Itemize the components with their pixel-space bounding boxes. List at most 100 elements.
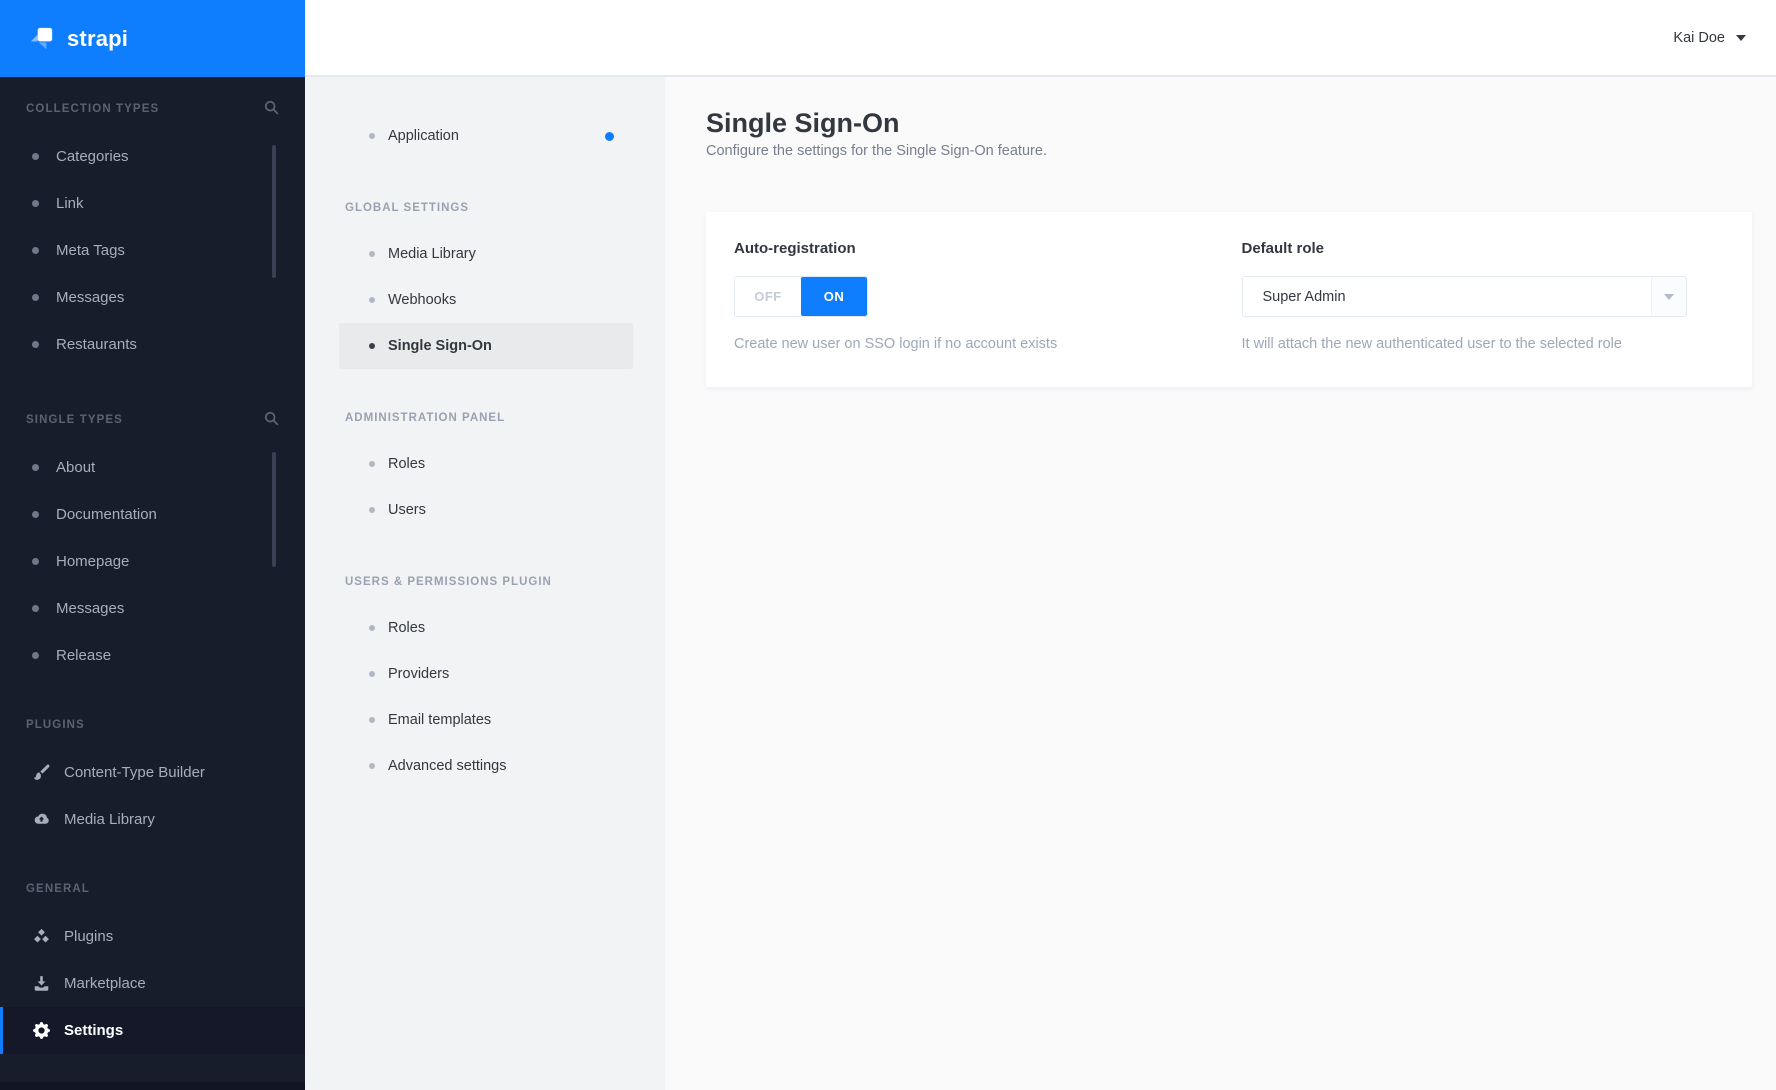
sidebar-item-categories[interactable]: Categories [0, 133, 305, 180]
page-header: Single Sign-On Configure the settings fo… [665, 77, 1776, 159]
section-label: COLLECTION TYPES [26, 103, 160, 115]
submenu-item-providers[interactable]: Providers [305, 651, 665, 697]
submenu-section-users-permissions: USERS & PERMISSIONS PLUGIN Roles Provide… [305, 559, 665, 789]
section-header: PLUGINS [0, 709, 305, 741]
section-plugins: PLUGINS Content-Type Builder Media Libra… [0, 709, 305, 843]
toggle-on-button[interactable]: ON [801, 277, 867, 316]
main-sidebar: strapi COLLECTION TYPES Categories Link … [0, 0, 305, 1090]
settings-submenu: Application GLOBAL SETTINGS Media Librar… [305, 77, 665, 1090]
sidebar-item-marketplace[interactable]: Marketplace [0, 960, 305, 1007]
section-header: COLLECTION TYPES [0, 93, 305, 125]
bullet-icon [32, 200, 39, 207]
search-icon[interactable] [264, 411, 279, 429]
page-title: Single Sign-On [706, 108, 900, 138]
download-icon [32, 975, 50, 993]
page-subtitle: Configure the settings for the Single Si… [706, 143, 1047, 160]
bullet-icon [369, 625, 375, 631]
sidebar-item-homepage[interactable]: Homepage [0, 538, 305, 585]
bullet-icon [369, 717, 375, 723]
sidebar-item-label: Marketplace [64, 975, 146, 992]
submenu-item-label: Application [388, 128, 459, 144]
sidebar-item-label: Categories [56, 148, 129, 165]
submenu-item-label: Email templates [388, 712, 492, 728]
submenu-item-advanced-settings[interactable]: Advanced settings [305, 743, 665, 789]
sidebar-item-media-library[interactable]: Media Library [0, 796, 305, 843]
sidebar-item-about[interactable]: About [0, 444, 305, 491]
bullet-icon [32, 558, 39, 565]
notification-dot [605, 131, 614, 141]
sidebar-item-plugins[interactable]: Plugins [0, 913, 305, 960]
submenu-item-roles-admin[interactable]: Roles [305, 441, 665, 487]
submenu-item-single-sign-on[interactable]: Single Sign-On [339, 323, 633, 369]
submenu-section-administration-panel: ADMINISTRATION PANEL Roles Users [305, 395, 665, 533]
bullet-icon [32, 652, 39, 659]
sidebar-item-restaurants[interactable]: Restaurants [0, 321, 305, 368]
sidebar-item-label: Media Library [64, 811, 155, 828]
collection-types-scrollbar[interactable] [272, 145, 276, 278]
sso-settings-card: Auto-registration OFF ON Create new user… [706, 212, 1752, 387]
sidebar-item-label: About [56, 459, 96, 476]
strapi-admin-app: Kai Doe strapi COLLECTION TYPES Categori… [0, 0, 1776, 1090]
bullet-icon [32, 464, 39, 471]
bullet-icon [369, 763, 375, 769]
submenu-item-label: Webhooks [388, 292, 457, 308]
submenu-section-header: USERS & PERMISSIONS PLUGIN [345, 576, 552, 588]
search-icon[interactable] [264, 100, 279, 118]
bullet-icon [369, 461, 375, 467]
strapi-logo[interactable]: strapi [0, 0, 305, 77]
default-role-field: Default role Super Admin It will attach … [1241, 240, 1725, 352]
cloud-upload-icon [32, 811, 50, 829]
submenu-item-label: Single Sign-On [388, 338, 492, 354]
default-role-select[interactable]: Super Admin [1241, 276, 1687, 317]
sidebar-item-messages[interactable]: Messages [0, 274, 305, 321]
submenu-item-roles-up[interactable]: Roles [305, 605, 665, 651]
chevron-down-icon [1736, 34, 1746, 41]
sidebar-item-label: Meta Tags [56, 242, 125, 259]
sidebar-item-content-type-builder[interactable]: Content-Type Builder [0, 749, 305, 796]
sidebar-item-messages-single[interactable]: Messages [0, 585, 305, 632]
sidebar-item-settings[interactable]: Settings [0, 1007, 305, 1054]
section-collection-types: COLLECTION TYPES Categories Link Meta Ta… [0, 93, 305, 368]
bullet-icon [369, 133, 375, 139]
user-name: Kai Doe [1673, 29, 1725, 46]
sidebar-item-label: Homepage [56, 553, 130, 570]
bullet-icon [32, 605, 39, 612]
single-types-scrollbar[interactable] [272, 452, 276, 567]
select-value: Super Admin [1262, 288, 1346, 305]
sidebar-item-documentation[interactable]: Documentation [0, 491, 305, 538]
user-menu[interactable]: Kai Doe [1673, 0, 1746, 75]
submenu-section-global-settings: GLOBAL SETTINGS Media Library Webhooks S… [305, 185, 665, 369]
submenu-item-label: Media Library [388, 246, 476, 262]
submenu-item-users[interactable]: Users [305, 487, 665, 533]
sidebar-item-link[interactable]: Link [0, 180, 305, 227]
sidebar-item-label: Settings [64, 1022, 124, 1039]
strapi-logo-icon [30, 27, 53, 50]
auto-registration-toggle[interactable]: OFF ON [734, 276, 868, 317]
sidebar-item-meta-tags[interactable]: Meta Tags [0, 227, 305, 274]
chevron-down-icon [1650, 277, 1686, 316]
submenu-item-media-library[interactable]: Media Library [305, 231, 665, 277]
bullet-icon [369, 671, 375, 677]
submenu-item-email-templates[interactable]: Email templates [305, 697, 665, 743]
section-label: GENERAL [26, 883, 90, 895]
sidebar-item-label: Content-Type Builder [64, 764, 205, 781]
sidebar-item-label: Documentation [56, 506, 157, 523]
sidebar-item-label: Messages [56, 600, 125, 617]
section-label: PLUGINS [26, 719, 85, 731]
gear-icon [32, 1022, 50, 1040]
submenu-item-label: Advanced settings [388, 758, 507, 774]
submenu-section-header: GLOBAL SETTINGS [345, 202, 470, 214]
toggle-off-button[interactable]: OFF [735, 277, 801, 316]
section-general: GENERAL Plugins Marketplace Settings [0, 873, 305, 1054]
auto-registration-helper: Create new user on SSO login if no accou… [734, 336, 1058, 352]
bullet-icon [369, 251, 375, 257]
bullet-icon [369, 297, 375, 303]
submenu-item-label: Roles [388, 456, 426, 472]
submenu-item-webhooks[interactable]: Webhooks [305, 277, 665, 323]
sidebar-item-release[interactable]: Release [0, 632, 305, 679]
default-role-label: Default role [1241, 240, 1325, 257]
sidebar-item-label: Plugins [64, 928, 114, 945]
bullet-icon [32, 294, 39, 301]
submenu-item-application[interactable]: Application [305, 113, 665, 159]
cubes-icon [32, 928, 50, 946]
